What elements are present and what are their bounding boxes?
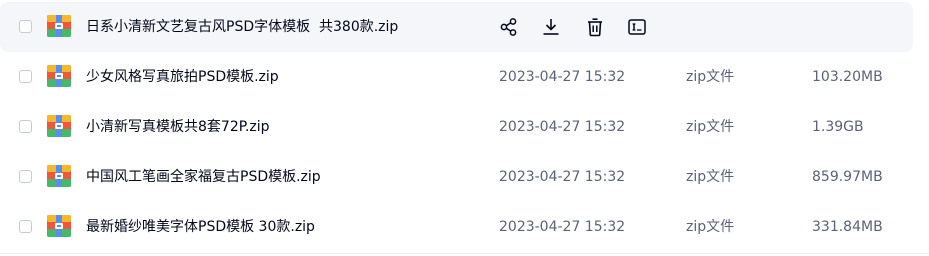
download-icon[interactable] xyxy=(540,16,562,38)
zip-file-icon xyxy=(47,65,71,87)
share-icon[interactable] xyxy=(498,16,520,38)
row-checkbox[interactable] xyxy=(19,170,32,183)
zip-file-icon xyxy=(47,165,71,187)
zip-file-icon xyxy=(47,115,71,137)
file-size: 103.20MB xyxy=(812,69,883,85)
row-checkbox[interactable] xyxy=(19,220,32,233)
file-date: 2023-04-27 15:32 xyxy=(499,69,626,85)
file-name[interactable]: 小清新写真模板共8套72P.zip xyxy=(86,118,270,136)
file-name[interactable]: 少女风格写真旅拍PSD模板.zip xyxy=(86,68,279,86)
file-type: zip文件 xyxy=(686,69,735,85)
file-row[interactable]: 日系小清新文艺复古风PSD字体模板 共380款.zip xyxy=(0,2,913,52)
file-date: 2023-04-27 15:32 xyxy=(499,119,626,135)
file-size: 1.39GB xyxy=(812,119,864,135)
file-list: 日系小清新文艺复古风PSD字体模板 共380款.zip 少女风格写真旅拍PSD模… xyxy=(0,0,929,256)
file-type: zip文件 xyxy=(686,219,735,235)
list-divider xyxy=(0,253,929,254)
file-name[interactable]: 日系小清新文艺复古风PSD字体模板 共380款.zip xyxy=(86,18,398,36)
rename-icon[interactable] xyxy=(626,16,648,38)
file-size: 331.84MB xyxy=(812,219,883,235)
zip-file-icon xyxy=(47,215,71,237)
delete-icon[interactable] xyxy=(584,16,606,38)
file-name[interactable]: 最新婚纱唯美字体PSD模板 30款.zip xyxy=(86,218,315,236)
file-size: 859.97MB xyxy=(812,169,883,185)
file-date: 2023-04-27 15:32 xyxy=(499,169,626,185)
file-type: zip文件 xyxy=(686,169,735,185)
file-row[interactable]: 最新婚纱唯美字体PSD模板 30款.zip 2023-04-27 15:32 z… xyxy=(0,202,913,252)
file-row[interactable]: 少女风格写真旅拍PSD模板.zip 2023-04-27 15:32 zip文件… xyxy=(0,52,913,102)
row-checkbox[interactable] xyxy=(19,70,32,83)
zip-file-icon xyxy=(47,15,71,37)
file-date: 2023-04-27 15:32 xyxy=(499,219,626,235)
row-checkbox[interactable] xyxy=(19,120,32,133)
row-checkbox[interactable] xyxy=(19,20,32,33)
file-row[interactable]: 小清新写真模板共8套72P.zip 2023-04-27 15:32 zip文件… xyxy=(0,102,913,152)
file-name[interactable]: 中国风工笔画全家福复古PSD模板.zip xyxy=(86,168,321,186)
file-type: zip文件 xyxy=(686,119,735,135)
file-row[interactable]: 中国风工笔画全家福复古PSD模板.zip 2023-04-27 15:32 zi… xyxy=(0,152,913,202)
